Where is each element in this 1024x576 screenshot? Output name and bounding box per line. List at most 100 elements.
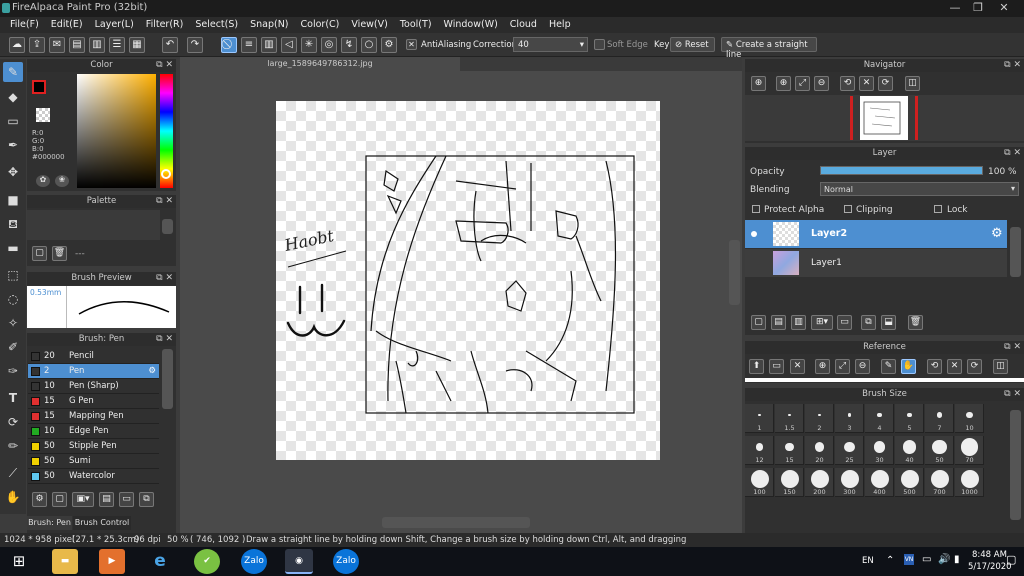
select-eraser-icon[interactable]: ✑	[3, 361, 23, 381]
file-explorer-icon[interactable]: ▬	[52, 549, 78, 574]
menu-view[interactable]: View(V)	[345, 17, 393, 33]
menu-edit[interactable]: Edit(E)	[45, 17, 89, 33]
straight-line-button[interactable]: ✎ Create a straight line	[721, 37, 817, 60]
hand-tool-icon[interactable]: ✋	[3, 487, 23, 507]
panel-close-icon[interactable]: ⧉ ✕	[1004, 341, 1021, 354]
protect-alpha-checkbox[interactable]	[752, 205, 760, 213]
crosshair-snap-icon[interactable]: ▥	[261, 37, 277, 53]
brush-delete-icon[interactable]: ⧉	[139, 492, 154, 507]
tab-brush-control[interactable]: Brush Control	[73, 516, 131, 530]
clipping-checkbox[interactable]	[844, 205, 852, 213]
gradient-tool-icon[interactable]: ▬	[3, 238, 23, 258]
brush-item[interactable]: 15 G Pen	[28, 394, 159, 409]
clock-time[interactable]: 8:48 AM	[972, 550, 1007, 560]
chrome-icon[interactable]: ◉	[285, 549, 313, 574]
radial-snap-icon[interactable]: ✳	[301, 37, 317, 53]
brush-item[interactable]: 2 Pen ⚙	[28, 364, 159, 379]
document-tab[interactable]: large_1589649786312.jpg	[180, 57, 460, 71]
menu-window[interactable]: Window(W)	[438, 17, 504, 33]
reference-rotate-right-icon[interactable]: ⟳	[967, 359, 982, 374]
panel-close-icon[interactable]: ⧉ ✕	[1004, 59, 1021, 72]
new-1bit-layer-icon[interactable]: ▥	[791, 315, 806, 330]
reset-button[interactable]: ⊘ Reset	[670, 37, 715, 52]
primary-color-swatch[interactable]	[32, 80, 46, 94]
panel-close-icon[interactable]: ⧉ ✕	[156, 272, 173, 285]
palette-swatches[interactable]	[27, 210, 160, 240]
reference-zoom-out-icon[interactable]: ⊖	[855, 359, 870, 374]
eraser-tool-icon[interactable]: ◆	[3, 87, 23, 107]
brush-size-cell[interactable]: 7	[925, 404, 954, 433]
brush-settings-gear-icon[interactable]: ⚙	[148, 364, 156, 378]
fill-rect-icon[interactable]: ■	[3, 190, 23, 210]
zoom-in-small-icon[interactable]: ⊕	[776, 76, 791, 91]
network-icon[interactable]: ▭	[922, 554, 931, 565]
redo-icon[interactable]: ↷	[187, 37, 203, 53]
add-brush-icon[interactable]: ▢	[52, 492, 67, 507]
brush-item[interactable]: 10 Edge Pen	[28, 424, 159, 439]
brush-size-cell[interactable]: 500	[895, 468, 924, 497]
rotate-right-icon[interactable]: ⟳	[878, 76, 893, 91]
text-tool-icon[interactable]: T	[3, 388, 23, 408]
menu-filter[interactable]: Filter(R)	[140, 17, 190, 33]
opacity-slider[interactable]	[820, 166, 983, 175]
panel-close-icon[interactable]: ⧉ ✕	[1004, 147, 1021, 160]
close-icon[interactable]: ✕	[984, 1, 1024, 14]
brush-size-cell[interactable]: 1000	[955, 468, 984, 497]
correction-select[interactable]: 40 ▾	[513, 37, 588, 52]
comment-icon[interactable]: ✉	[49, 37, 65, 53]
panel-close-icon[interactable]: ⧉ ✕	[156, 195, 173, 208]
panel-close-icon[interactable]: ⧉ ✕	[156, 59, 173, 72]
brush-item[interactable]: 10 Pen (Sharp)	[28, 379, 159, 394]
menu-tool[interactable]: Tool(T)	[394, 17, 438, 33]
reference-fit-icon[interactable]: ⤢	[835, 359, 850, 374]
magic-wand-icon[interactable]: ✧	[3, 313, 23, 333]
delete-palette-icon[interactable]: 🗑	[52, 246, 67, 261]
rotate-left-icon[interactable]: ⟲	[840, 76, 855, 91]
panel-close-icon[interactable]: ⧉ ✕	[1004, 388, 1021, 401]
lasso-tool-icon[interactable]: ◌	[3, 289, 23, 309]
saturation-value-picker[interactable]	[77, 74, 156, 188]
flip-horizontal-icon[interactable]: ◫	[905, 76, 920, 91]
brush-item[interactable]: 15 Mapping Pen	[28, 409, 159, 424]
select-pen-icon[interactable]: ✐	[3, 337, 23, 357]
brush-list-scrollbar[interactable]	[162, 349, 173, 409]
language-indicator[interactable]: EN	[862, 556, 874, 566]
canvas-horizontal-scrollbar[interactable]	[382, 517, 530, 528]
page-icon[interactable]: ▤	[69, 37, 85, 53]
color-wheel-icon[interactable]: ✿	[36, 175, 50, 187]
brush-menu-icon[interactable]: ▣▾	[72, 492, 94, 507]
list-icon[interactable]: ☰	[109, 37, 125, 53]
brush-item[interactable]: 50 Watercolor	[28, 469, 159, 484]
eyedropper-icon[interactable]: ✏	[3, 436, 23, 456]
menu-file[interactable]: File(F)	[4, 17, 45, 33]
brush-size-cell[interactable]: 1	[745, 404, 774, 433]
curve-snap-icon[interactable]: ↯	[341, 37, 357, 53]
menu-help[interactable]: Help	[543, 17, 577, 33]
app-green-icon[interactable]: ✔	[194, 549, 220, 574]
reference-rotate-left-icon[interactable]: ⟲	[927, 359, 942, 374]
media-player-icon[interactable]: ▶	[99, 549, 125, 574]
dot-pen-icon[interactable]: ✒	[3, 135, 23, 155]
brush-size-cell[interactable]: 2	[805, 404, 834, 433]
brush-folder-icon[interactable]: ▭	[119, 492, 134, 507]
soft-edge-checkbox[interactable]	[594, 39, 605, 50]
reference-hand-icon[interactable]: ✋	[901, 359, 916, 374]
add-layer-menu-icon[interactable]: ⊞▾	[811, 315, 833, 330]
bucket-tool-icon[interactable]: ⛾	[3, 214, 23, 234]
keyboard-icon[interactable]: VN	[904, 554, 914, 565]
divide-tool-icon[interactable]: ⟋	[3, 463, 23, 483]
select-tool-icon[interactable]: ⬚	[3, 265, 23, 285]
brush-size-cell[interactable]: 20	[805, 436, 834, 465]
menu-select[interactable]: Select(S)	[189, 17, 244, 33]
brush-size-cell[interactable]: 3	[835, 404, 864, 433]
reference-zoom-in-icon[interactable]: ⊕	[815, 359, 830, 374]
brush-size-cell[interactable]: 25	[835, 436, 864, 465]
color-history-icon[interactable]: ❀	[55, 175, 69, 187]
transparent-color-swatch[interactable]	[36, 108, 50, 122]
panel-close-icon[interactable]: ⧉ ✕	[156, 333, 173, 346]
brush-size-cell[interactable]: 400	[865, 468, 894, 497]
lock-checkbox[interactable]	[934, 205, 942, 213]
zalo-second-icon[interactable]: Zalo	[333, 549, 359, 574]
brush-size-cell[interactable]: 700	[925, 468, 954, 497]
zoom-out-icon[interactable]: ⊖	[814, 76, 829, 91]
